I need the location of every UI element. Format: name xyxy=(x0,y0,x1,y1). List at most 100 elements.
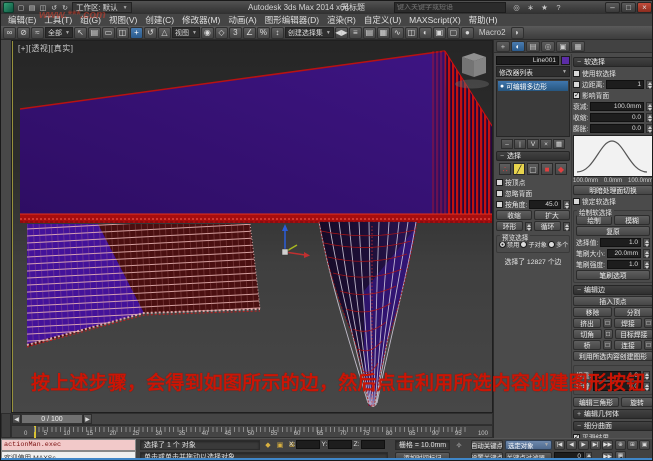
previous-frame-icon[interactable]: ◀ xyxy=(566,440,577,450)
by-vertex-checkbox[interactable] xyxy=(496,179,503,186)
close-button[interactable]: × xyxy=(637,2,652,13)
select-and-move-icon[interactable]: + xyxy=(130,27,143,39)
bind-to-space-warp-icon[interactable]: ≈ xyxy=(31,27,44,39)
extrude-settings-button[interactable]: □ xyxy=(603,318,612,328)
modifier-list-dropdown[interactable]: 修改器列表 ▼ xyxy=(496,66,570,77)
menu-item-7[interactable]: 动画(A) xyxy=(224,14,260,26)
object-color-swatch[interactable] xyxy=(561,56,570,65)
help-icon[interactable]: ? xyxy=(553,2,564,13)
auto-key-button[interactable]: 自动关键点 xyxy=(471,440,503,450)
select-and-scale-icon[interactable]: △ xyxy=(158,27,171,39)
weld-settings-button[interactable]: □ xyxy=(644,318,653,328)
brush-options-button[interactable]: 笔刷选项 xyxy=(576,270,650,280)
x-field[interactable] xyxy=(296,440,320,449)
object-name-field[interactable]: Line001 xyxy=(496,56,559,65)
selection-region-icon[interactable]: ▭ xyxy=(102,27,115,39)
bubble-spinner[interactable] xyxy=(646,124,653,133)
search-input[interactable] xyxy=(397,4,503,11)
pencil-icon[interactable]: ∗ xyxy=(525,2,536,13)
remove-modifier-icon[interactable]: × xyxy=(540,139,552,149)
create-shape-from-selection-button[interactable]: 利用所选内容创建图形 xyxy=(573,351,653,361)
rollout-subdivision-surface[interactable]: −细分曲面 xyxy=(573,421,653,431)
falloff-spinner[interactable] xyxy=(646,102,653,111)
rollout-edit-geometry[interactable]: +编辑几何体 xyxy=(573,409,653,419)
go-to-start-icon[interactable]: |◀ xyxy=(554,440,565,450)
percent-snap-icon[interactable]: % xyxy=(257,27,270,39)
extrude-button[interactable]: 挤出 xyxy=(573,318,601,328)
remove-button[interactable]: 移除 xyxy=(573,307,612,317)
open-file-icon[interactable]: ▤ xyxy=(27,3,37,13)
menu-item-6[interactable]: 修改器(M) xyxy=(178,14,224,26)
selected-filter-dropdown[interactable]: 选定对象 ▼ xyxy=(505,440,552,450)
edge-distance-checkbox[interactable] xyxy=(573,81,580,88)
z-field[interactable] xyxy=(361,440,385,449)
3dsmax-logo-icon[interactable] xyxy=(3,2,14,13)
select-and-link-icon[interactable]: ∞ xyxy=(3,27,16,39)
chamfer-settings-button[interactable]: □ xyxy=(604,329,613,339)
ignore-backfacing-checkbox[interactable] xyxy=(496,190,503,197)
selection-lock-icon[interactable]: ▣ xyxy=(275,440,285,450)
maxscript-mini-listener-macro[interactable]: actionMan.exec xyxy=(1,439,136,451)
preview-disable-radio[interactable] xyxy=(499,241,506,248)
named-selection-sets-dropdown[interactable]: 创建选择集▼ xyxy=(285,27,334,38)
modifier-stack[interactable]: ● 可编辑多边形 xyxy=(496,79,570,137)
key-icon[interactable]: ✧ xyxy=(453,440,465,450)
grow-button[interactable]: 扩大 xyxy=(534,210,570,220)
menu-item-8[interactable]: 图形编辑器(D) xyxy=(261,14,323,26)
select-and-rotate-icon[interactable]: ↺ xyxy=(144,27,157,39)
modify-tab[interactable]: ◐ xyxy=(511,41,525,52)
rendered-frame-icon[interactable]: ▢ xyxy=(447,27,460,39)
previous-frame-arrow[interactable]: ◀ xyxy=(12,414,21,424)
isolate-icon[interactable]: ◆ xyxy=(263,440,273,450)
timeline-grip[interactable] xyxy=(1,413,11,438)
unlink-selection-icon[interactable]: ⊘ xyxy=(17,27,30,39)
viewport-perspective[interactable]: [+][透视][真实] xyxy=(11,40,493,413)
snap-toggle-icon[interactable]: 3 xyxy=(229,27,242,39)
angle-snap-icon[interactable]: ∠ xyxy=(243,27,256,39)
ring-button[interactable]: 环形 xyxy=(496,221,523,231)
zoom-icon[interactable]: ⊕ xyxy=(615,440,626,450)
angle-spinner[interactable] xyxy=(563,200,570,209)
vertex-subobject-icon[interactable]: ∴ xyxy=(499,163,511,175)
zoom-extents-icon[interactable]: ▣ xyxy=(639,440,650,450)
play-icon[interactable]: ▶ xyxy=(578,440,589,450)
loop-spinner[interactable] xyxy=(563,222,570,231)
by-angle-checkbox[interactable] xyxy=(496,201,503,208)
configure-modifier-sets-icon[interactable]: ▦ xyxy=(553,139,565,149)
go-to-end-icon[interactable]: ▶▶ xyxy=(602,440,613,450)
brush-strength-spinner[interactable] xyxy=(643,260,650,269)
bridge-button[interactable]: 桥 xyxy=(573,340,601,350)
split-button[interactable]: 分割 xyxy=(614,307,653,317)
brush-size-spinner[interactable] xyxy=(643,249,650,258)
weld-button[interactable]: 焊接 xyxy=(614,318,642,328)
create-tab[interactable]: + xyxy=(496,41,510,52)
mirror-icon[interactable]: ◀▶ xyxy=(335,27,348,39)
next-frame-arrow[interactable]: ▶ xyxy=(83,414,92,424)
window-crossing-icon[interactable]: ◫ xyxy=(116,27,129,39)
time-slider[interactable]: ◀ 0 / 100 ▶ xyxy=(11,413,493,425)
new-scene-icon[interactable]: ▢ xyxy=(16,3,26,13)
zoom-all-icon[interactable]: ⊞ xyxy=(627,440,638,450)
connect-settings-button[interactable]: □ xyxy=(644,340,653,350)
graphite-ribbon-icon[interactable]: ▦ xyxy=(377,27,390,39)
y-field[interactable] xyxy=(328,440,352,449)
schematic-view-icon[interactable]: ◫ xyxy=(405,27,418,39)
shrink-button[interactable]: 收缩 xyxy=(496,210,532,220)
next-frame-icon[interactable]: ▶| xyxy=(590,440,601,450)
rollout-soft-selection[interactable]: −软选择 xyxy=(573,57,653,67)
pinch-spinner[interactable] xyxy=(646,113,653,122)
menu-item-4[interactable]: 视图(V) xyxy=(105,14,141,26)
align-icon[interactable]: ≡ xyxy=(349,27,362,39)
chamfer-button[interactable]: 切角 xyxy=(573,329,602,339)
make-unique-icon[interactable]: V xyxy=(527,139,539,149)
render-production-icon[interactable]: ● xyxy=(461,27,474,39)
menu-item-10[interactable]: 自定义(U) xyxy=(360,14,405,26)
select-and-manipulate-icon[interactable]: ◇ xyxy=(215,27,228,39)
edit-triangulation-button[interactable]: 编辑三角形 xyxy=(573,397,619,407)
material-editor-icon[interactable]: ◐ xyxy=(419,27,432,39)
motion-tab[interactable]: ◎ xyxy=(541,41,555,52)
menu-item-1[interactable]: 编辑(E) xyxy=(4,14,40,26)
element-subobject-icon[interactable]: ◆ xyxy=(555,163,567,175)
star-icon[interactable]: ★ xyxy=(539,2,550,13)
show-end-result-icon[interactable]: | xyxy=(514,139,526,149)
